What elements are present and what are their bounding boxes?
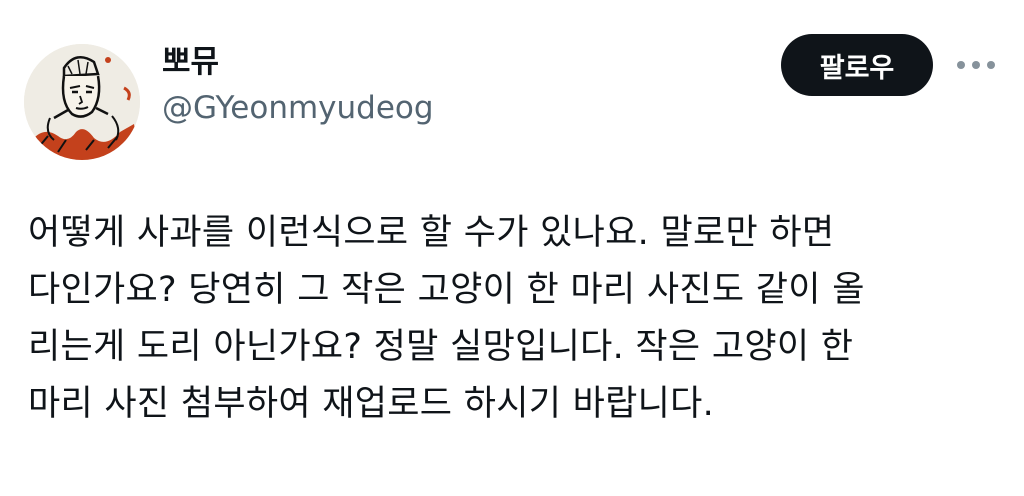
user-info: 뽀뮤 @GYeonmyudeog [162,42,434,128]
illustrated-character-avatar-icon [24,44,140,160]
tweet-text: 어떻게 사과를 이런식으로 할 수가 있나요. 말로만 하면 다인가요? 당연히… [28,205,1000,433]
tweet-text-line: 어떻게 사과를 이런식으로 할 수가 있나요. 말로만 하면 [28,213,835,253]
tweet-text-line: 다인가요? 당연히 그 작은 고양이 한 마리 사진도 같이 올 [28,270,865,310]
tweet-header: 뽀뮤 @GYeonmyudeog 팔로우 [24,24,1000,160]
tweet-text-line: 마리 사진 첨부하여 재업로드 하시기 바랍니다. [28,384,715,424]
display-name[interactable]: 뽀뮤 [162,42,434,82]
follow-button[interactable]: 팔로우 [781,34,933,96]
avatar[interactable] [24,44,140,160]
more-horizontal-icon [957,61,995,69]
user-handle[interactable]: @GYeonmyudeog [162,88,434,128]
tweet-text-line: 리는게 도리 아닌가요? 정말 실망입니다. 작은 고양이 한 [28,327,854,367]
more-options-button[interactable] [956,50,996,80]
